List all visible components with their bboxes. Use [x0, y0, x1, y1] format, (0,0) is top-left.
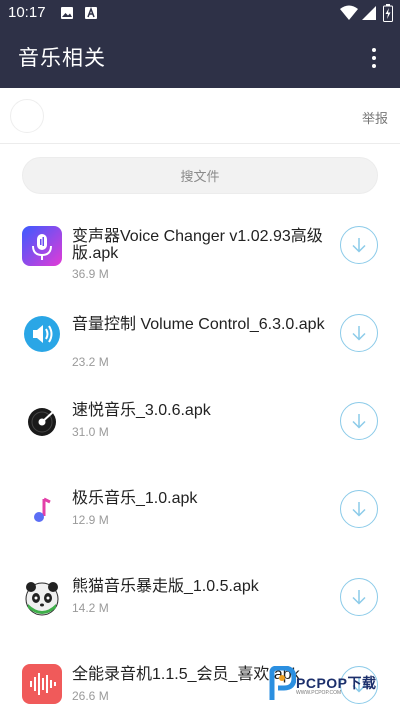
file-size: 12.9 M	[72, 513, 109, 527]
download-button[interactable]	[340, 402, 378, 440]
signal-icon	[362, 6, 376, 20]
list-item[interactable]: 熊猫音乐暴走版_1.0.5.apk 14.2 M	[0, 556, 400, 644]
search-label: 搜文件	[180, 170, 220, 185]
file-name: 速悦音乐_3.0.6.apk	[72, 402, 211, 419]
download-arrow-icon	[352, 414, 366, 429]
app-bar: 音乐相关	[0, 28, 400, 88]
profile-row: 举报	[0, 88, 400, 144]
page-title: 音乐相关	[18, 46, 106, 70]
a-letter-icon	[85, 6, 97, 19]
watermark-subtext: WWW.PCPOP.COM	[296, 690, 342, 696]
file-size: 14.2 M	[72, 601, 109, 615]
wifi-icon	[340, 5, 358, 20]
image-icon	[61, 7, 73, 19]
file-size: 23.2 M	[72, 355, 109, 369]
list-item[interactable]: 音量控制 Volume Control_6.3.0.apk 23.2 M	[0, 292, 400, 380]
download-button[interactable]	[340, 578, 378, 616]
download-arrow-icon	[352, 502, 366, 517]
file-name: 音量控制 Volume Control_6.3.0.apk	[72, 316, 325, 333]
avatar[interactable]	[10, 99, 44, 133]
battery-charging-icon	[383, 4, 393, 22]
list-item[interactable]: 速悦音乐_3.0.6.apk 31.0 M	[0, 380, 400, 468]
volume-control-icon	[24, 316, 60, 352]
download-button[interactable]	[340, 314, 378, 352]
watermark: PCPOP下载 WWW.PCPOP.COM	[268, 664, 396, 704]
status-time: 10:17	[8, 4, 46, 21]
file-size: 31.0 M	[72, 425, 109, 439]
panda-music-icon	[25, 582, 59, 616]
download-arrow-icon	[352, 238, 366, 253]
file-name: 变声器Voice Changer v1.02.93高级版.apk	[72, 228, 323, 262]
jile-music-icon	[22, 490, 62, 530]
download-button[interactable]	[340, 490, 378, 528]
file-size: 26.6 M	[72, 689, 109, 703]
status-bar: 10:17	[0, 0, 400, 28]
search-files-button[interactable]: 搜文件	[22, 157, 378, 194]
suyue-music-icon	[22, 402, 62, 442]
report-button[interactable]: 举报	[362, 108, 388, 127]
download-button[interactable]	[340, 226, 378, 264]
download-arrow-icon	[352, 590, 366, 605]
download-arrow-icon	[352, 326, 366, 341]
file-name: 熊猫音乐暴走版_1.0.5.apk	[72, 578, 259, 595]
list-item[interactable]: 极乐音乐_1.0.apk 12.9 M	[0, 468, 400, 556]
file-name: 极乐音乐_1.0.apk	[72, 490, 198, 507]
more-vert-icon[interactable]	[362, 44, 386, 72]
recorder-icon	[22, 664, 62, 704]
file-size: 36.9 M	[72, 267, 109, 281]
list-item[interactable]: 变声器Voice Changer v1.02.93高级版.apk 36.9 M	[0, 204, 400, 292]
voice-changer-icon	[22, 226, 62, 266]
pcpop-logo-icon	[269, 666, 296, 700]
